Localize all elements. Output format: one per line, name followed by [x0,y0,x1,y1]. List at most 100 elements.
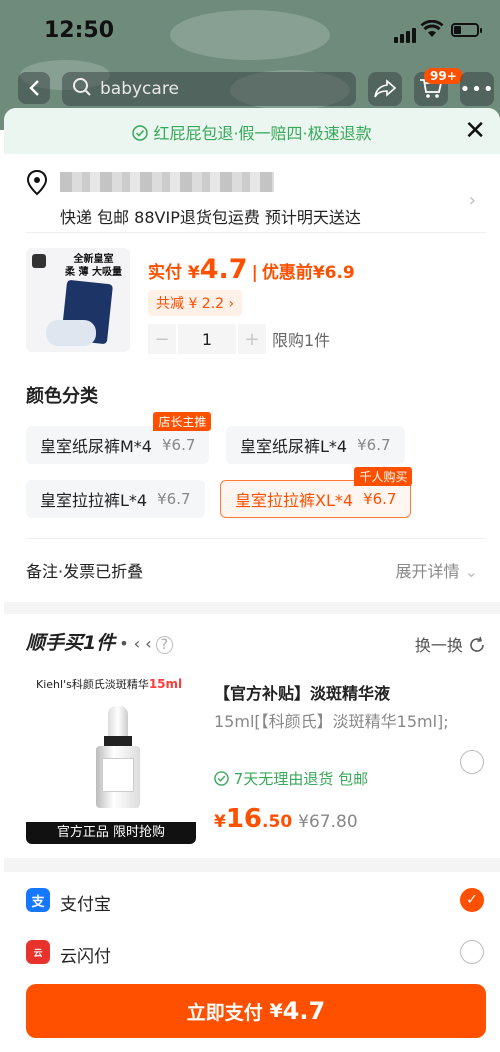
addon-orig-price: ¥67.80 [298,812,358,832]
swap-label: 换一换 [414,636,463,655]
more-button[interactable]: ••• [460,72,494,106]
share-icon [374,79,396,98]
addon-price-dec: .50 [262,812,293,832]
discount-chip[interactable]: 共减 ¥ 2.2 › [148,290,243,316]
refresh-icon [470,636,484,652]
package-text-1: 全新皇室 [73,254,114,265]
addon-banner: 官方正品 限时抢购 [26,822,196,844]
diaper-sample [46,320,96,346]
addon-select-radio[interactable] [460,750,484,774]
sku-name: 皇室纸尿裤L*4 [240,437,348,456]
payment-radio-selected[interactable]: ✓ [460,888,484,912]
product-summary: 全新皇室柔 薄 大吸量 实付 ¥4.7 | 优惠前¥6.9 共减 ¥ 2.2 › −… [4,246,500,356]
decrease-button[interactable]: − [148,324,176,354]
more-icon: ••• [459,78,495,100]
pay-now-button[interactable]: 立即支付 ¥4.7 [26,984,486,1038]
delivery-info: 快递 包邮 88VIP退货包运费 预计明天送达 [60,208,361,227]
sku-name: 皇室纸尿裤M*4 [40,437,152,456]
sku-option[interactable]: 皇室纸尿裤M*4 ¥6.7 店长主推 [26,412,212,464]
product-image: 全新皇室柔 薄 大吸量 [26,248,130,352]
sku-price: ¥6.7 [162,436,196,454]
arrows-icon: • ‹ ‹ [119,634,152,653]
back-button[interactable] [18,72,50,104]
color-section-title: 颜色分类 [26,386,98,407]
sku-option[interactable]: 皇室纸尿裤L*4 ¥6.7 [226,426,405,464]
help-icon[interactable]: ? [155,636,174,654]
chevron-left-icon [29,80,39,96]
location-pin-icon [26,169,48,200]
status-bar: 12:50 [0,0,500,62]
address-redacted [60,172,274,192]
quantity-value[interactable]: 1 [178,324,236,354]
addon-product-image[interactable]: Kiehl's科颜氏淡斑精华15ml 官方正品 限时抢购 [26,676,196,844]
swap-button[interactable]: 换一换 [415,632,486,656]
sku-price: ¥6.7 [363,490,397,508]
expand-label: 展开详情 [395,562,460,581]
addon-return-text: 7天无理由退货 包邮 [233,770,369,788]
sku-price: ¥6.7 [157,490,191,508]
pay-button-amount: 4.7 [282,997,326,1025]
chevron-down-icon: ⌄ [464,562,478,581]
search-input[interactable]: babycare [62,72,356,106]
price-row: 实付 ¥4.7 | 优惠前¥6.9 [148,254,355,285]
section-band [4,858,500,872]
pay-button-label: 立即支付 [186,1001,263,1024]
payment-radio[interactable] [460,940,484,964]
before-amount: ¥6.9 [312,263,355,283]
divider [26,232,486,233]
paid-amount: 4.7 [199,254,248,285]
sku-name: 皇室拉拉裤L*4 [40,491,148,510]
sku-price: ¥6.7 [357,436,391,454]
sku-tag: 千人购买 [354,467,413,486]
payment-option-unionpay[interactable]: 云 云闪付 [4,934,500,974]
price-divider: | [251,263,258,283]
addon-price: ¥16.50 ¥67.80 [214,804,358,834]
brand-logo [32,254,46,268]
addon-description: 15ml[【科颜氏】淡斑精华15ml]; [214,712,449,731]
expand-details-button[interactable]: 展开详情 ⌄ [395,558,478,582]
status-time: 12:50 [44,18,115,43]
sku-option-selected[interactable]: 皇室拉拉裤XL*4 ¥6.7 千人购买 [220,467,413,518]
payment-option-alipay[interactable]: 支 支付宝 ✓ [4,882,500,922]
alipay-icon: 支 [26,888,50,912]
serum-bottle [96,706,140,808]
sku-tag: 店长主推 [153,412,212,431]
pay-button-currency: ¥ [269,1000,283,1022]
purchase-limit: 限购1件 [272,331,331,350]
signal-icon [394,24,418,43]
addon-brand-size: 15ml [148,677,183,691]
addon-price-currency: ¥ [214,812,226,832]
battery-icon [451,23,482,37]
quantity-stepper: − 1 + 限购1件 [148,324,330,354]
purchase-sheet: 红屁屁包退·假一赔四·极速退款 ✕ 快递 包邮 88VIP退货包运费 预计明天送… [4,108,500,1052]
sku-option[interactable]: 皇室拉拉裤L*4 ¥6.7 [26,480,205,518]
package-text-2: 柔 薄 大吸量 [65,266,122,278]
payment-name: 支付宝 [60,895,111,915]
addon-brand-text: Kiehl's科颜氏淡斑精华 [36,678,149,691]
chevron-right-icon: › [468,190,476,211]
addon-return-policy: 7天无理由退货 包邮 [214,768,368,789]
addon-title-text: 顺手买1件 [26,632,116,654]
payment-name: 云闪付 [60,947,111,967]
nav-bar: babycare 99+ ••• [0,68,500,110]
unionpay-icon: 云 [26,940,50,964]
shield-check-icon [214,771,229,786]
share-button[interactable] [368,72,402,106]
wifi-icon [420,19,444,42]
addon-name[interactable]: 【官方补贴】淡斑精华液 [214,680,390,704]
search-text: babycare [100,79,179,99]
guarantee-text: 红屁屁包退·假一赔四·极速退款 [153,124,372,143]
addon-title: 顺手买1件 • ‹ ‹? [26,628,174,655]
increase-button[interactable]: + [238,324,266,354]
sku-name: 皇室拉拉裤XL*4 [235,491,354,510]
close-button[interactable]: ✕ [464,116,486,146]
divider [26,538,486,539]
paid-label: 实付 ¥ [148,263,200,283]
section-band [4,602,500,614]
guarantee-banner: 红屁屁包退·假一赔四·极速退款 ✕ [4,108,500,154]
addon-price-int: 16 [225,804,263,834]
before-label: 优惠前 [261,263,313,283]
note-invoice-label: 备注·发票已折叠 [26,562,144,581]
shield-check-icon [132,125,149,141]
search-icon [72,77,92,102]
